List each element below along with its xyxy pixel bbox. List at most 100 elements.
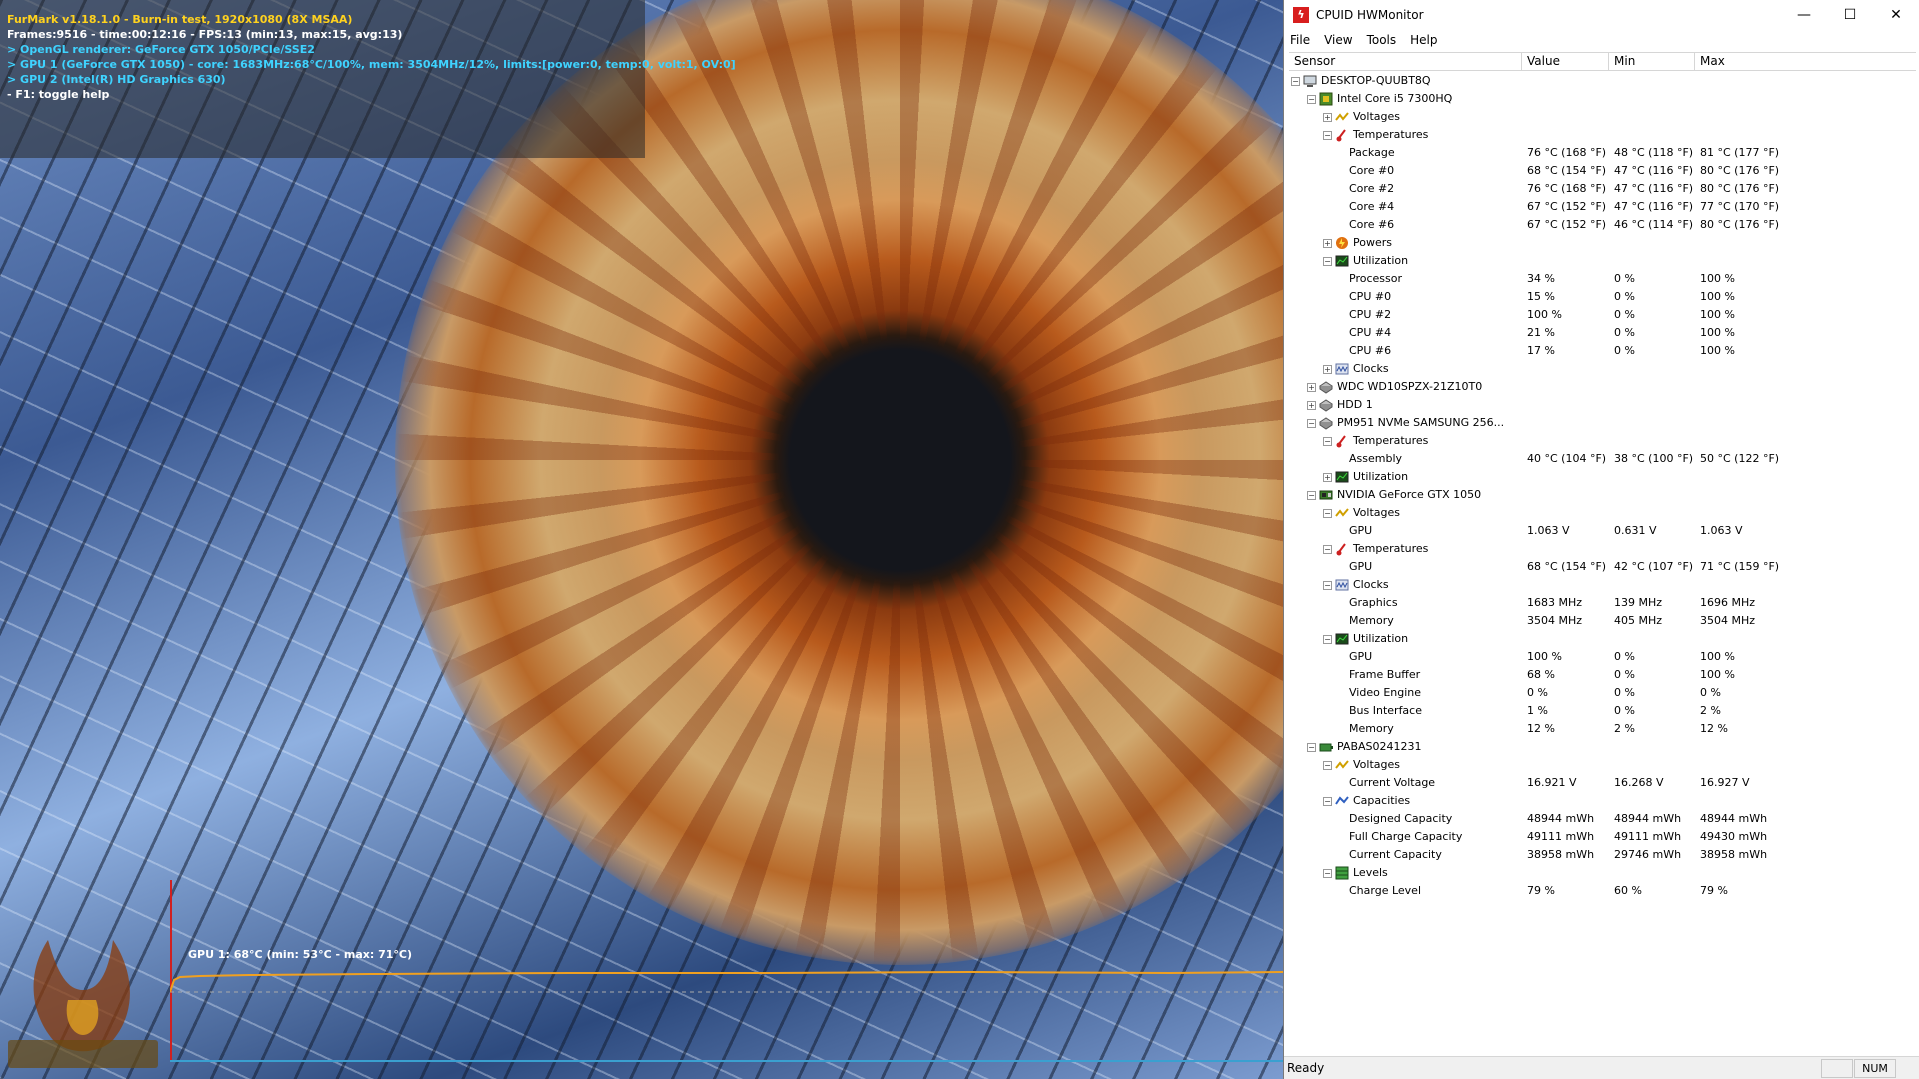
- sensor-row[interactable]: Core #2 76 °C (168 °F) 47 °C (116 °F) 80 °C…: [1289, 180, 1916, 198]
- collapse-icon[interactable]: −: [1323, 509, 1332, 518]
- column-max[interactable]: Max: [1695, 53, 1916, 70]
- sensor-row[interactable]: Charge Level 79 % 60 % 79 %: [1289, 882, 1916, 900]
- tree-node-row[interactable]: − Temperatures: [1289, 540, 1916, 558]
- tree-node-row[interactable]: + Utilization: [1289, 468, 1916, 486]
- collapse-icon[interactable]: −: [1307, 743, 1316, 752]
- sensor-row[interactable]: Assembly 40 °C (104 °F) 38 °C (100 °F) 50 °…: [1289, 450, 1916, 468]
- tree-node-row[interactable]: − Clocks: [1289, 576, 1916, 594]
- sensor-min: 0 %: [1614, 668, 1635, 681]
- collapse-icon[interactable]: −: [1323, 581, 1332, 590]
- expand-icon[interactable]: +: [1307, 383, 1316, 392]
- collapse-icon[interactable]: −: [1323, 869, 1332, 878]
- sensor-max: 0 %: [1700, 686, 1721, 699]
- sensor-row[interactable]: GPU 100 % 0 % 100 %: [1289, 648, 1916, 666]
- collapse-icon[interactable]: −: [1307, 95, 1316, 104]
- expand-icon[interactable]: +: [1323, 365, 1332, 374]
- sensor-name: Temperatures: [1353, 542, 1429, 555]
- sensor-row[interactable]: CPU #0 15 % 0 % 100 %: [1289, 288, 1916, 306]
- sensor-row[interactable]: Core #6 67 °C (152 °F) 46 °C (114 °F) 80 °C…: [1289, 216, 1916, 234]
- tree-node-row[interactable]: − DESKTOP-QUUBT8Q: [1289, 72, 1916, 90]
- collapse-icon[interactable]: −: [1307, 491, 1316, 500]
- sensor-row[interactable]: Graphics 1683 MHz 139 MHz 1696 MHz: [1289, 594, 1916, 612]
- tree-node-row[interactable]: + HDD 1: [1289, 396, 1916, 414]
- title-bar[interactable]: ϟ CPUID HWMonitor — ☐ ✕: [1284, 0, 1919, 30]
- collapse-icon[interactable]: −: [1323, 545, 1332, 554]
- collapse-icon[interactable]: −: [1323, 131, 1332, 140]
- sensor-row[interactable]: Designed Capacity 48944 mWh 48944 mWh 48944…: [1289, 810, 1916, 828]
- sensor-row[interactable]: GPU 1.063 V 0.631 V 1.063 V: [1289, 522, 1916, 540]
- furmark-info-line: FurMark v1.18.1.0 - Burn-in test, 1920x1…: [7, 13, 353, 26]
- collapse-icon[interactable]: −: [1323, 437, 1332, 446]
- sensor-name: Voltages: [1353, 110, 1400, 123]
- expand-icon[interactable]: +: [1323, 473, 1332, 482]
- menu-view[interactable]: View: [1324, 33, 1352, 47]
- sensor-value: 68 °C (154 °F): [1527, 560, 1607, 573]
- tree-node-row[interactable]: + WDC WD10SPZX-21Z10T0: [1289, 378, 1916, 396]
- collapse-icon[interactable]: −: [1307, 419, 1316, 428]
- sensor-name: Charge Level: [1349, 884, 1422, 897]
- sensor-row[interactable]: Core #0 68 °C (154 °F) 47 °C (116 °F) 80 °C…: [1289, 162, 1916, 180]
- expand-icon[interactable]: +: [1307, 401, 1316, 410]
- menu-tools[interactable]: Tools: [1367, 33, 1397, 47]
- sensor-row[interactable]: Full Charge Capacity 49111 mWh 49111 mWh 49…: [1289, 828, 1916, 846]
- sensor-name: Core #6: [1349, 218, 1395, 231]
- maximize-button[interactable]: ☐: [1827, 0, 1873, 30]
- sensor-row[interactable]: Memory 3504 MHz 405 MHz 3504 MHz: [1289, 612, 1916, 630]
- sensor-min: 47 °C (116 °F): [1614, 182, 1694, 195]
- column-sensor[interactable]: Sensor: [1289, 53, 1522, 70]
- drive-icon: [1319, 380, 1333, 394]
- tree-node-row[interactable]: − Temperatures: [1289, 126, 1916, 144]
- tree-node-row[interactable]: − PABAS0241231: [1289, 738, 1916, 756]
- sensor-row[interactable]: Current Capacity 38958 mWh 29746 mWh 38958 …: [1289, 846, 1916, 864]
- sensor-row[interactable]: Package 76 °C (168 °F) 48 °C (118 °F) 81 °C…: [1289, 144, 1916, 162]
- sensor-row[interactable]: Processor 34 % 0 % 100 %: [1289, 270, 1916, 288]
- sensor-value: 34 %: [1527, 272, 1555, 285]
- sensor-min: 0 %: [1614, 344, 1635, 357]
- sensor-row[interactable]: Core #4 67 °C (152 °F) 47 °C (116 °F) 77 °C…: [1289, 198, 1916, 216]
- expand-icon[interactable]: +: [1323, 239, 1332, 248]
- collapse-icon[interactable]: −: [1323, 761, 1332, 770]
- tree-node-row[interactable]: + Powers: [1289, 234, 1916, 252]
- sensor-row[interactable]: Bus Interface 1 % 0 % 2 %: [1289, 702, 1916, 720]
- tree-node-row[interactable]: + Voltages: [1289, 108, 1916, 126]
- sensor-row[interactable]: Memory 12 % 2 % 12 %: [1289, 720, 1916, 738]
- sensor-value: 76 °C (168 °F): [1527, 146, 1607, 159]
- sensor-row[interactable]: CPU #6 17 % 0 % 100 %: [1289, 342, 1916, 360]
- expand-icon[interactable]: +: [1323, 113, 1332, 122]
- sensor-value: 67 °C (152 °F): [1527, 200, 1607, 213]
- sensor-row[interactable]: Frame Buffer 68 % 0 % 100 %: [1289, 666, 1916, 684]
- collapse-icon[interactable]: −: [1323, 257, 1332, 266]
- collapse-icon[interactable]: −: [1323, 635, 1332, 644]
- sensor-row[interactable]: Video Engine 0 % 0 % 0 %: [1289, 684, 1916, 702]
- power-icon: [1335, 236, 1349, 250]
- column-value[interactable]: Value: [1522, 53, 1609, 70]
- column-min[interactable]: Min: [1609, 53, 1695, 70]
- tree-node-row[interactable]: − Capacities: [1289, 792, 1916, 810]
- tree-node-row[interactable]: − Temperatures: [1289, 432, 1916, 450]
- tree-node-row[interactable]: + Clocks: [1289, 360, 1916, 378]
- sensor-row[interactable]: Current Voltage 16.921 V 16.268 V 16.927 V: [1289, 774, 1916, 792]
- tree-node-row[interactable]: − NVIDIA GeForce GTX 1050: [1289, 486, 1916, 504]
- menu-file[interactable]: File: [1290, 33, 1310, 47]
- sensor-name: Utilization: [1353, 632, 1409, 645]
- collapse-icon[interactable]: −: [1291, 77, 1300, 86]
- sensor-row[interactable]: CPU #4 21 % 0 % 100 %: [1289, 324, 1916, 342]
- sensor-row[interactable]: CPU #2 100 % 0 % 100 %: [1289, 306, 1916, 324]
- sensor-name: Graphics: [1349, 596, 1398, 609]
- tree-node-row[interactable]: − Levels: [1289, 864, 1916, 882]
- menu-help[interactable]: Help: [1410, 33, 1437, 47]
- menu-bar: File View Tools Help: [1284, 30, 1919, 50]
- minimize-button[interactable]: —: [1781, 0, 1827, 30]
- close-button[interactable]: ✕: [1873, 0, 1919, 30]
- sensor-max: 49430 mWh: [1700, 830, 1768, 843]
- tree-node-row[interactable]: − Voltages: [1289, 756, 1916, 774]
- tree-node-row[interactable]: − PM951 NVMe SAMSUNG 256...: [1289, 414, 1916, 432]
- sensor-row[interactable]: GPU 68 °C (154 °F) 42 °C (107 °F) 71 °C (15…: [1289, 558, 1916, 576]
- sensor-name: Temperatures: [1353, 434, 1429, 447]
- tree-node-row[interactable]: − Intel Core i5 7300HQ: [1289, 90, 1916, 108]
- tree-node-row[interactable]: − Voltages: [1289, 504, 1916, 522]
- tree-node-row[interactable]: − Utilization: [1289, 630, 1916, 648]
- collapse-icon[interactable]: −: [1323, 797, 1332, 806]
- tree-node-row[interactable]: − Utilization: [1289, 252, 1916, 270]
- clock-icon: [1335, 362, 1349, 376]
